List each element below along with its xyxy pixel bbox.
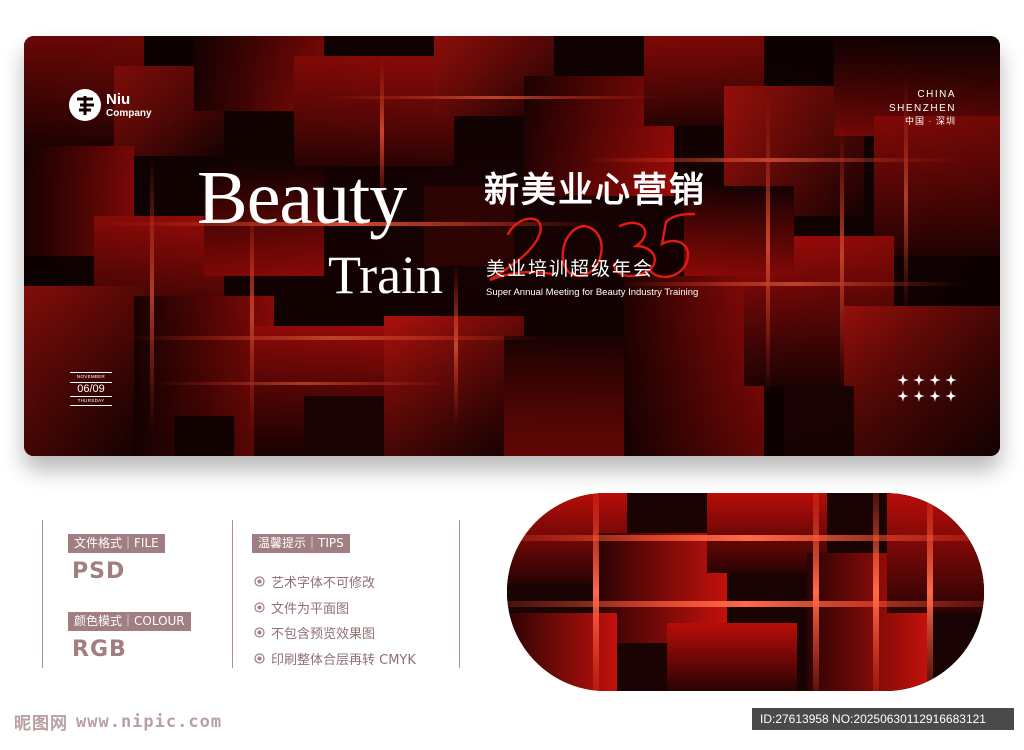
tip-text: 艺术字体不可修改	[271, 576, 376, 592]
tips-label: 温馨提示｜TIPS	[252, 534, 350, 553]
title-beauty: Beauty	[197, 156, 407, 240]
tip-text: 文件为平面图	[271, 601, 350, 617]
bullet-circle-icon	[254, 653, 265, 664]
bullet-circle-icon	[254, 627, 265, 638]
site-logo: 昵图网 www.nipic.com	[14, 709, 223, 735]
title-train: Train	[328, 245, 444, 305]
divider-middle	[232, 520, 233, 668]
subtitle-en: Super Annual Meeting for Beauty Industry…	[486, 287, 699, 298]
location-city: SHENZHEN	[888, 102, 956, 114]
texture-preview	[507, 493, 984, 691]
location-country: CHINA	[917, 89, 956, 100]
subtitle-cn: 美业培训超级年会	[486, 258, 655, 280]
tip-text: 印刷整体合层再转 CMYK	[271, 652, 416, 668]
date-month: NOVEMBER	[76, 374, 106, 379]
divider-left	[42, 520, 43, 668]
date-badge: NOVEMBER 06/09 THURSDAY	[70, 372, 112, 406]
sparkle-icon	[897, 374, 957, 402]
site-url: www.nipic.com	[76, 711, 223, 732]
color-mode-value: RGB	[72, 637, 127, 662]
bullet-circle-icon	[254, 576, 265, 587]
company-logo: Niu Company	[68, 88, 152, 122]
logo-name: Niu	[106, 90, 131, 108]
file-format-value: PSD	[72, 559, 126, 584]
date-weekday: THURSDAY	[77, 397, 105, 403]
list-item: 艺术字体不可修改	[254, 569, 416, 595]
divider-right	[459, 520, 460, 668]
location-block: CHINA SHENZHEN 中国 · 深圳	[889, 88, 956, 127]
banner: Niu Company CHINA SHENZHEN 中国 · 深圳 Beaut…	[24, 36, 1000, 456]
list-item: 不包含预览效果图	[254, 620, 416, 646]
tips-list: 艺术字体不可修改 文件为平面图 不包含预览效果图 印刷整体合层再转 CMYK	[254, 569, 416, 671]
logo-company: Company	[106, 107, 152, 119]
list-item: 文件为平面图	[254, 595, 416, 621]
date-day: 06/09	[70, 381, 112, 397]
color-mode-label: 颜色模式｜COLOUR	[68, 612, 191, 631]
logo-mark-icon	[69, 89, 101, 121]
bullet-circle-icon	[254, 602, 265, 613]
texture-pattern	[507, 493, 984, 691]
tip-text: 不包含预览效果图	[271, 627, 376, 643]
file-format-label: 文件格式｜FILE	[68, 534, 165, 553]
location-cn: 中国 · 深圳	[905, 116, 956, 126]
list-item: 印刷整体合层再转 CMYK	[254, 646, 416, 672]
image-id-bar: ID:27613958 NO:20250630112916683121	[752, 708, 1014, 730]
site-logo-cn: 昵图网	[14, 714, 68, 734]
title-cn: 新美业心营销	[484, 171, 707, 211]
